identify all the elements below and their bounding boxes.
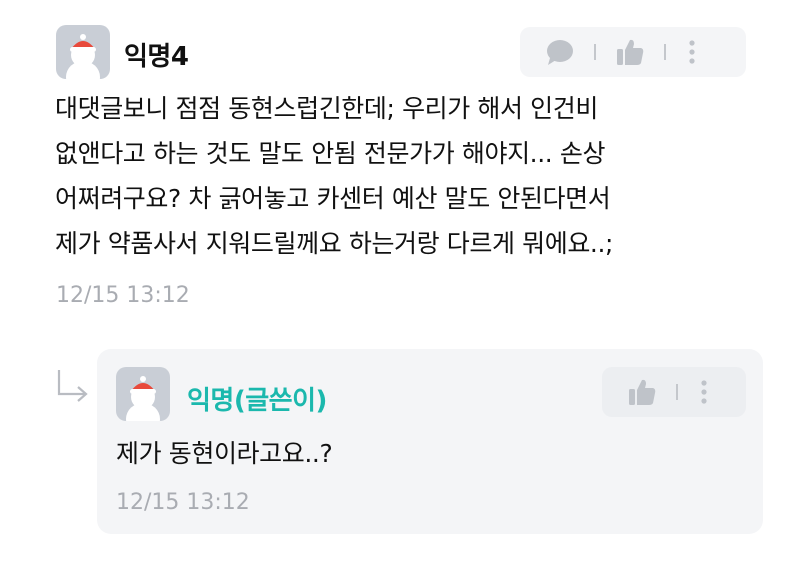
anonymous-avatar-icon bbox=[126, 376, 160, 421]
reply-text: 제가 동현이라고요..? bbox=[116, 439, 333, 468]
avatar bbox=[56, 25, 110, 79]
anonymous-avatar-icon bbox=[66, 34, 100, 79]
comment-author: 익명4 bbox=[124, 42, 189, 72]
thumbs-up-icon bbox=[629, 379, 656, 405]
comment-text: 대댓글보니 점점 동현스럽긴한데; 우리가 해서 인건비 없앤다고 하는 것도 … bbox=[55, 94, 614, 258]
more-options-button[interactable] bbox=[692, 372, 716, 412]
reply-toolbar bbox=[602, 367, 746, 417]
comment-toolbar bbox=[520, 27, 746, 77]
avatar bbox=[116, 367, 170, 421]
more-vertical-icon bbox=[701, 380, 707, 404]
divider bbox=[676, 384, 678, 400]
divider bbox=[664, 44, 666, 60]
like-button[interactable] bbox=[622, 372, 662, 412]
speech-bubble-icon bbox=[547, 40, 573, 65]
more-options-button[interactable] bbox=[680, 32, 704, 72]
reply-arrow-icon bbox=[56, 368, 90, 406]
more-vertical-icon bbox=[689, 40, 695, 64]
like-button[interactable] bbox=[610, 32, 650, 72]
reply-author: 익명(글쓴이) bbox=[187, 386, 327, 416]
divider bbox=[594, 44, 596, 60]
reply-comment: 익명(글쓴이) 제가 동현이라고요..? 12/15 13:12 bbox=[97, 349, 763, 534]
reply-button[interactable] bbox=[540, 32, 580, 72]
reply-timestamp: 12/15 13:12 bbox=[116, 490, 250, 515]
comment-timestamp: 12/15 13:12 bbox=[56, 283, 190, 308]
thumbs-up-icon bbox=[617, 39, 644, 65]
